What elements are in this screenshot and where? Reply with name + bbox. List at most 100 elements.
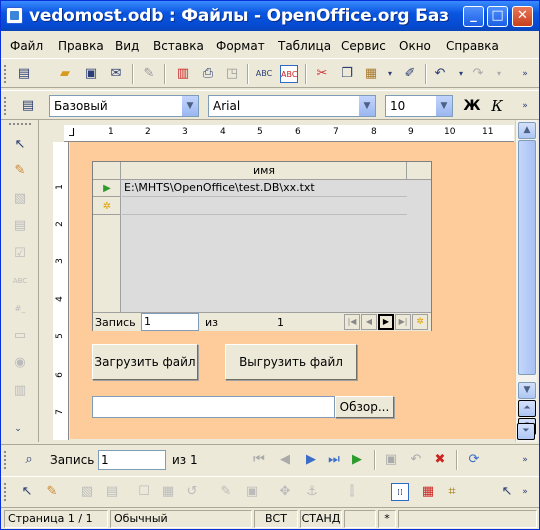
table-cell[interactable] [122, 198, 407, 215]
design-mode-icon[interactable]: ✎ [43, 483, 61, 501]
export-pdf-icon[interactable]: ▥ [174, 65, 192, 83]
chevron-down-icon[interactable]: ▼ [358, 96, 375, 116]
browse-button[interactable]: Обзор... [335, 396, 394, 418]
checkbox-icon[interactable]: ☑ [11, 245, 29, 263]
vertical-scrollbar[interactable]: ▲ ▼ ⏶ ● [515, 120, 537, 442]
toolbar-overflow-icon[interactable]: » [516, 97, 534, 115]
menu-view[interactable]: Вид [115, 39, 139, 53]
text-box-icon[interactable]: ABC [11, 272, 29, 290]
toolbar-grip[interactable] [4, 483, 7, 501]
alignment-icon[interactable]: ⫿ [343, 483, 361, 501]
form-navigator-icon[interactable]: ☐ [135, 483, 153, 501]
redo-icon[interactable]: ↷ [469, 65, 487, 83]
format-paintbrush-icon[interactable]: ✐ [401, 65, 419, 83]
toolbar-grip[interactable] [4, 97, 7, 115]
page-style-indicator[interactable]: Обычный [110, 510, 252, 528]
record-number-field[interactable]: 1 [98, 450, 166, 470]
select-icon[interactable]: ↖ [498, 483, 516, 501]
font-name-select[interactable]: Arial ▼ [208, 95, 376, 117]
control-properties-icon[interactable]: ▧ [78, 483, 96, 501]
new-document-icon[interactable]: ▤ [15, 65, 33, 83]
first-record-icon[interactable]: ⏮ [250, 451, 268, 469]
menu-table[interactable]: Таблица [278, 39, 331, 53]
record-number-field[interactable]: 1 [141, 313, 199, 331]
delete-record-icon[interactable]: ✖ [431, 451, 449, 469]
anchor-icon[interactable]: ⚓ [303, 483, 321, 501]
toolbar-overflow-icon[interactable]: » [516, 451, 534, 469]
add-field-icon[interactable]: ↺ [183, 483, 201, 501]
selection-mode-indicator[interactable]: СТАНД [300, 510, 342, 528]
styles-icon[interactable]: ▤ [19, 97, 37, 115]
toolbar-grip[interactable] [4, 451, 7, 469]
helplines-icon[interactable]: ⌗ [443, 483, 461, 501]
menu-file[interactable]: Файл [10, 39, 43, 53]
menu-tools[interactable]: Сервис [341, 39, 386, 53]
email-icon[interactable]: ✉ [107, 65, 125, 83]
next-record-icon[interactable]: ▶ [378, 314, 394, 330]
maximize-button[interactable]: □ [487, 6, 508, 27]
previous-record-icon[interactable]: ◀ [276, 451, 294, 469]
italic-button[interactable]: К [488, 97, 506, 115]
listbox-icon[interactable]: ▥ [11, 382, 29, 400]
table-control[interactable]: имя ▶ ✲ E:\MHTS\OpenOffice\test.DB\xx.tx… [92, 161, 432, 331]
open-design-mode-icon[interactable]: ✎ [217, 483, 235, 501]
load-file-button[interactable]: Загрузить файл [92, 344, 198, 380]
title-bar[interactable]: vedomost.odb : Файлы - OpenOffice.org Ба… [1, 1, 539, 31]
design-mode-icon[interactable]: ✎ [11, 162, 29, 180]
push-button-icon[interactable]: ▭ [11, 327, 29, 345]
new-record-icon[interactable]: ✲ [412, 314, 428, 330]
menu-help[interactable]: Справка [446, 39, 499, 53]
column-header[interactable]: имя [122, 162, 407, 179]
refresh-icon[interactable]: ⟳ [465, 451, 483, 469]
insert-mode-indicator[interactable]: ВСТ [254, 510, 298, 528]
formatted-field-icon[interactable]: #_ [11, 300, 29, 318]
position-size-icon[interactable]: ✥ [276, 483, 294, 501]
form-properties-icon[interactable]: ▤ [11, 217, 29, 235]
last-record-icon[interactable]: ▶| [395, 314, 411, 330]
close-button[interactable]: ✕ [512, 6, 533, 27]
toolbar-grip[interactable] [9, 123, 31, 125]
chevron-down-icon[interactable]: ▾ [490, 65, 508, 83]
spellcheck-icon[interactable]: ABC [255, 65, 273, 83]
snap-to-grid-icon[interactable]: ▦ [419, 483, 437, 501]
last-record-icon[interactable]: ⏭ [325, 451, 343, 469]
save-record-icon[interactable]: ▣ [382, 451, 400, 469]
find-record-icon[interactable]: ⌕ [20, 451, 38, 469]
page-indicator[interactable]: Страница 1 / 1 [4, 510, 108, 528]
edit-file-icon[interactable]: ✎ [140, 65, 158, 83]
first-record-icon[interactable]: |◀ [344, 314, 360, 330]
toolbar-overflow-icon[interactable]: » [516, 483, 534, 501]
menu-window[interactable]: Окно [399, 39, 431, 53]
paragraph-style-select[interactable]: Базовый ▼ [49, 95, 199, 117]
chevron-down-icon[interactable]: ▾ [452, 65, 470, 83]
next-page-icon[interactable]: ⏷ [517, 423, 535, 440]
menu-edit[interactable]: Правка [58, 39, 104, 53]
new-record-icon[interactable]: ▶ [348, 451, 366, 469]
control-properties-icon[interactable]: ▧ [11, 190, 29, 208]
previous-page-icon[interactable]: ⏶ [518, 400, 536, 417]
form-properties-icon[interactable]: ▤ [103, 483, 121, 501]
font-size-select[interactable]: 10 ▼ [385, 95, 453, 117]
select-pointer-icon[interactable]: ↖ [18, 483, 36, 501]
minimize-button[interactable]: _ [463, 6, 484, 27]
toolbar-overflow-icon[interactable]: » [516, 65, 534, 83]
previous-record-icon[interactable]: ◀ [361, 314, 377, 330]
open-folder-icon[interactable]: ▰ [56, 65, 74, 83]
toolbar-grip[interactable] [4, 65, 7, 83]
undo-icon[interactable]: ↶ [431, 65, 449, 83]
toolbar-overflow-icon[interactable]: ⌄ [9, 420, 27, 438]
modified-indicator[interactable]: * [378, 510, 396, 528]
horizontal-ruler[interactable]: ⅃ 1 2 3 4 5 6 7 8 9 10 11 [64, 125, 514, 142]
next-record-icon[interactable]: ▶ [302, 451, 320, 469]
option-button-icon[interactable]: ◉ [11, 354, 29, 372]
cut-icon[interactable]: ✂ [313, 65, 331, 83]
bold-button[interactable]: Ж [463, 97, 481, 115]
undo-record-icon[interactable]: ↶ [407, 451, 425, 469]
scroll-up-icon[interactable]: ▲ [518, 122, 536, 139]
chevron-down-icon[interactable]: ▼ [435, 96, 452, 116]
chevron-down-icon[interactable]: ▾ [381, 65, 399, 83]
page-preview-icon[interactable]: ◳ [223, 65, 241, 83]
vertical-ruler[interactable]: 1 2 3 4 5 6 7 [53, 142, 69, 440]
new-row-icon[interactable]: ✲ [93, 198, 121, 215]
auto-control-focus-icon[interactable]: ▣ [243, 483, 261, 501]
